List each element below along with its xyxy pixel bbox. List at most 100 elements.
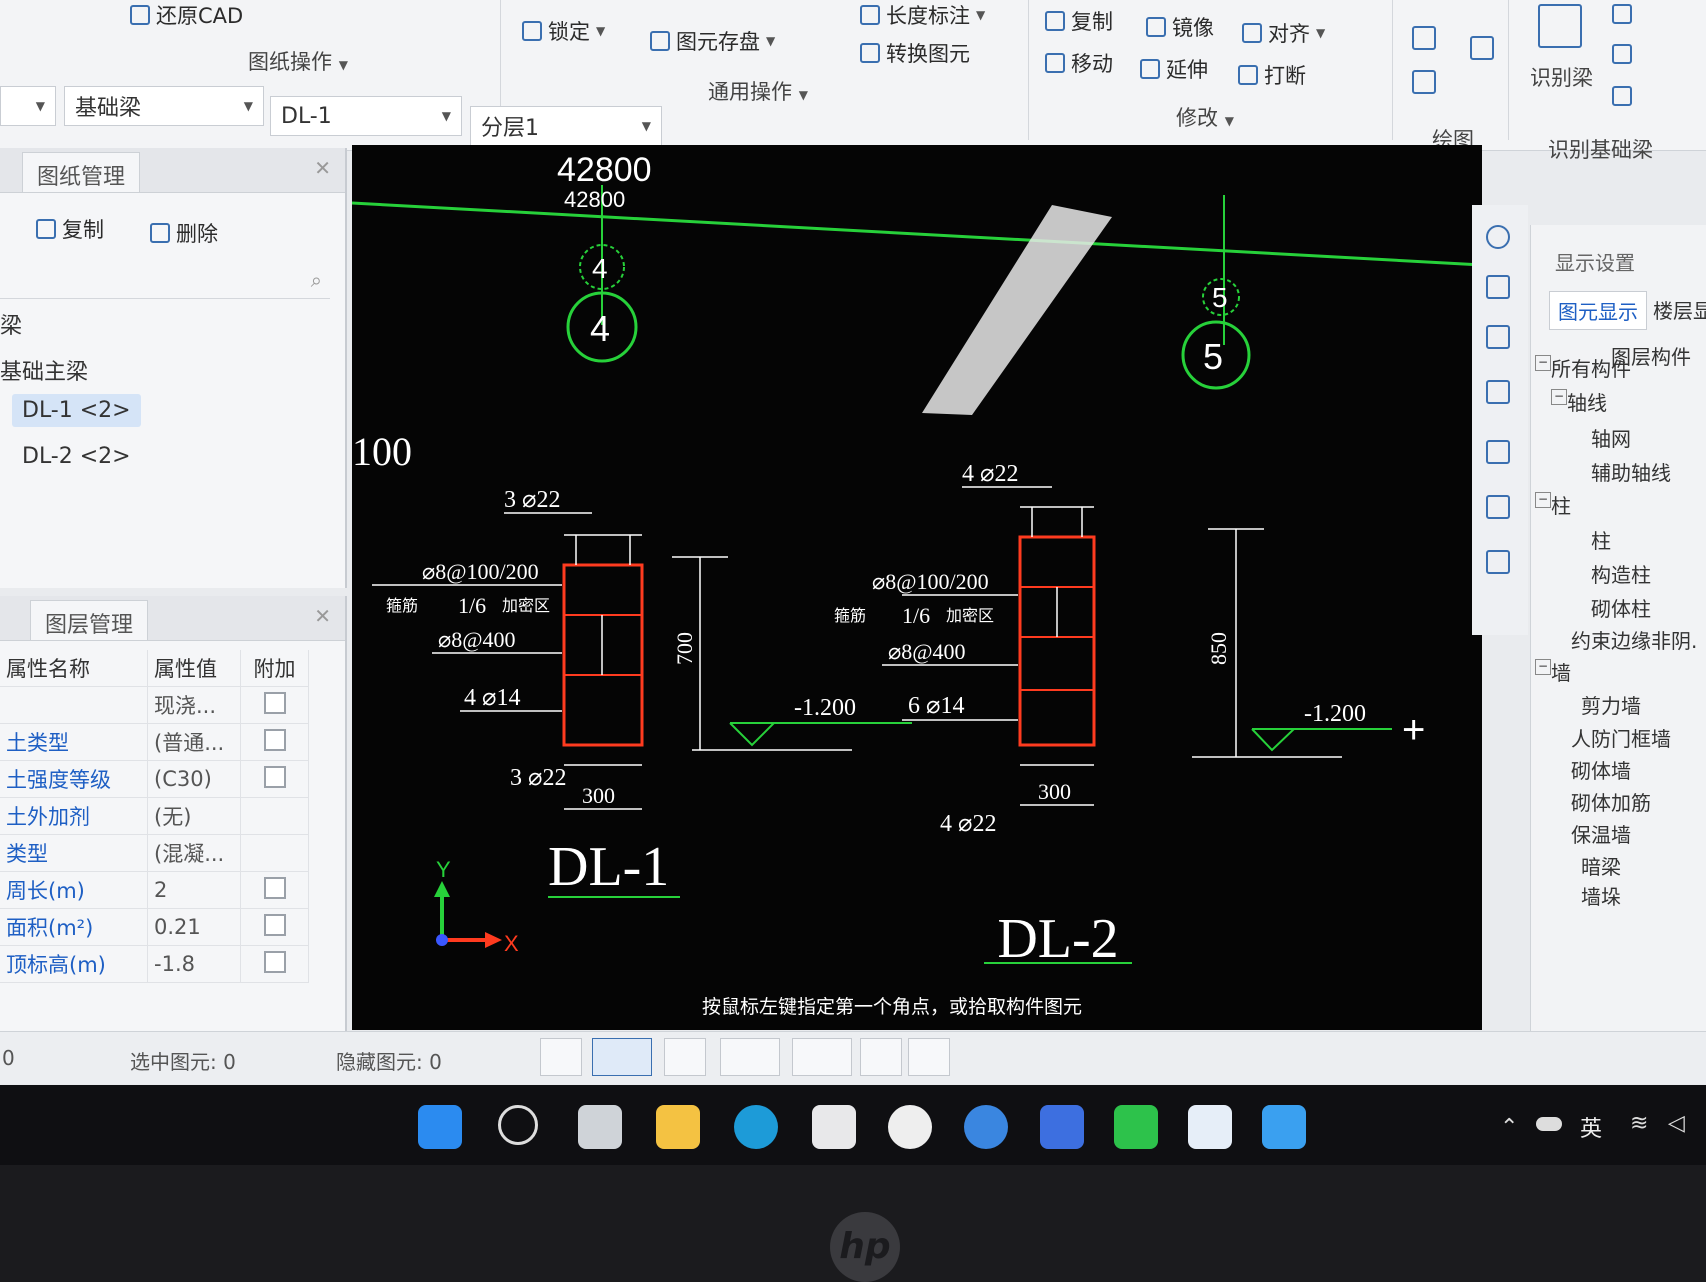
- ortho-toggle[interactable]: [540, 1038, 582, 1076]
- extra-checkbox[interactable]: [263, 876, 286, 899]
- orbit-icon[interactable]: [1486, 225, 1510, 249]
- drawing-canvas[interactable]: 42800 42800 4 4 5 5 100 3 ⌀22 ⌀8@100/200…: [352, 145, 1482, 1030]
- tab-floor-display[interactable]: 楼层显: [1653, 295, 1706, 324]
- tab-drawing-management[interactable]: 图纸管理: [22, 152, 141, 192]
- element-name-select[interactable]: DL-1 ▼: [270, 96, 462, 136]
- layer-item[interactable]: 柱: [1591, 525, 1611, 554]
- tree-item-dl1[interactable]: DL-1 <2>: [12, 394, 141, 427]
- general-ops-group-label[interactable]: 通用操作 ▼: [708, 76, 808, 106]
- report-icon[interactable]: [1486, 550, 1510, 574]
- store-icon[interactable]: [812, 1105, 856, 1149]
- file-explorer-icon[interactable]: [656, 1105, 700, 1149]
- identify-beam-button[interactable]: 识别梁: [1530, 62, 1593, 92]
- align-button[interactable]: 对齐 ▼: [1242, 18, 1325, 48]
- arc-tool-icon[interactable]: [1412, 70, 1436, 94]
- close-icon[interactable]: ✕: [314, 156, 331, 180]
- snap-toggle[interactable]: [664, 1038, 706, 1076]
- collapse-icon[interactable]: −: [1535, 659, 1551, 675]
- property-value[interactable]: 现浇...: [147, 686, 241, 724]
- collapse-icon[interactable]: −: [1551, 389, 1567, 405]
- task-view-icon[interactable]: [578, 1105, 622, 1149]
- input-language[interactable]: 英: [1580, 1111, 1602, 1143]
- app-icon[interactable]: [888, 1105, 932, 1149]
- beam-tool-icon[interactable]: [1612, 4, 1632, 24]
- extra-checkbox[interactable]: [263, 913, 286, 936]
- lock-button[interactable]: 锁定 ▼: [522, 16, 605, 46]
- property-value[interactable]: (普通...: [147, 723, 241, 761]
- extend-button[interactable]: 延伸: [1140, 54, 1208, 84]
- start-icon[interactable]: [418, 1105, 462, 1149]
- 3d-view-icon[interactable]: [1486, 275, 1510, 299]
- table-row[interactable]: 土类型 (普通...: [0, 723, 309, 761]
- table-row[interactable]: 类型 (混凝...: [0, 834, 309, 872]
- top-view-icon[interactable]: [1486, 380, 1510, 404]
- tab-element-display[interactable]: 图元显示: [1549, 291, 1647, 330]
- layer-item[interactable]: 墙垛: [1581, 881, 1621, 910]
- break-button[interactable]: 打断: [1238, 60, 1306, 90]
- layer-item[interactable]: 墙: [1551, 657, 1571, 686]
- extra-checkbox[interactable]: [263, 691, 286, 714]
- copy-drawing-button[interactable]: 复制: [36, 214, 104, 244]
- collapse-icon[interactable]: −: [1535, 355, 1551, 371]
- fit-view-icon[interactable]: [1486, 440, 1510, 464]
- tray-chevron-icon[interactable]: ⌃: [1500, 1115, 1518, 1140]
- search-icon[interactable]: [498, 1105, 538, 1145]
- dl1-section[interactable]: 3 ⌀22 ⌀8@100/200 箍筋 1/6 加密区 ⌀8@400 4 ⌀14…: [372, 487, 912, 898]
- layer-item[interactable]: 约束边缘非阴.: [1571, 625, 1697, 654]
- property-value[interactable]: (C30): [147, 760, 241, 798]
- layer-select[interactable]: 分层1 ▼: [470, 106, 662, 146]
- layer-item[interactable]: 砌体墙: [1571, 755, 1631, 784]
- extra-checkbox[interactable]: [263, 728, 286, 751]
- cad-drawing[interactable]: 42800 42800 4 4 5 5 100 3 ⌀22 ⌀8@100/200…: [352, 145, 1482, 1030]
- layer-item[interactable]: 轴线: [1567, 387, 1607, 416]
- cube-view-icon[interactable]: [1486, 325, 1510, 349]
- tree-item-beam[interactable]: 梁: [0, 308, 22, 340]
- restore-cad-button[interactable]: 还原CAD: [130, 0, 243, 30]
- dl2-section[interactable]: 4 ⌀22 ⌀8@100/200 箍筋 1/6 加密区 ⌀8@400 6 ⌀14…: [834, 461, 1425, 970]
- layer-item[interactable]: 暗梁: [1581, 851, 1621, 880]
- layer-item[interactable]: 轴网: [1591, 423, 1631, 452]
- layer-item[interactable]: 人防门框墙: [1571, 723, 1671, 752]
- table-row[interactable]: 土外加剂 (无): [0, 797, 309, 835]
- extra-checkbox[interactable]: [263, 950, 286, 973]
- convert-element-button[interactable]: 转换图元: [860, 38, 970, 68]
- close-icon[interactable]: ✕: [314, 604, 331, 628]
- app-icon[interactable]: [1040, 1105, 1084, 1149]
- property-value[interactable]: (无): [147, 797, 241, 835]
- rect-tool-icon[interactable]: [1470, 36, 1494, 60]
- help-icon[interactable]: [964, 1105, 1008, 1149]
- mirror-button[interactable]: 镜像: [1146, 12, 1214, 42]
- length-dim-button[interactable]: 长度标注 ▼: [860, 0, 985, 30]
- tab-layer-management[interactable]: 图层管理: [30, 600, 149, 640]
- select-mode-toggle[interactable]: [592, 1038, 652, 1076]
- delete-drawing-button[interactable]: 删除: [150, 218, 218, 248]
- collapse-icon[interactable]: −: [1535, 492, 1551, 508]
- modify-group-label[interactable]: 修改 ▼: [1176, 102, 1234, 132]
- cloud-icon[interactable]: [1536, 1117, 1562, 1131]
- property-value[interactable]: 2: [147, 871, 241, 909]
- layer-item[interactable]: 辅助轴线: [1591, 457, 1671, 486]
- layer-item[interactable]: 所有构件: [1551, 353, 1631, 382]
- wechat-icon[interactable]: [1114, 1105, 1158, 1149]
- glodon-app-icon[interactable]: [1262, 1105, 1306, 1149]
- layer-item[interactable]: 砌体柱: [1591, 593, 1651, 622]
- property-value[interactable]: (混凝...: [147, 834, 241, 872]
- layer-item[interactable]: 保温墙: [1571, 819, 1631, 848]
- layer-item[interactable]: 构造柱: [1591, 559, 1651, 588]
- property-value[interactable]: 0.21: [147, 908, 241, 946]
- floor-select[interactable]: ▼: [0, 86, 56, 126]
- offset-toggle[interactable]: [792, 1038, 852, 1076]
- section-view-icon[interactable]: [1486, 495, 1510, 519]
- edge-browser-icon[interactable]: [734, 1105, 778, 1149]
- table-row[interactable]: 周长(m) 2: [0, 871, 309, 909]
- table-row[interactable]: 现浇...: [0, 686, 309, 724]
- tree-item-dl2[interactable]: DL-2 <2>: [22, 444, 131, 469]
- table-row[interactable]: 顶标高(m) -1.8: [0, 945, 309, 983]
- layer-item[interactable]: 砌体加筋: [1571, 787, 1651, 816]
- save-element-button[interactable]: 图元存盘 ▼: [650, 26, 775, 56]
- display-toggle[interactable]: [860, 1038, 902, 1076]
- document-app-icon[interactable]: [1188, 1105, 1232, 1149]
- move-button[interactable]: 移动: [1045, 48, 1113, 78]
- drawing-ops-group-label[interactable]: 图纸操作 ▼: [248, 46, 348, 76]
- layer-item[interactable]: 柱: [1551, 490, 1571, 519]
